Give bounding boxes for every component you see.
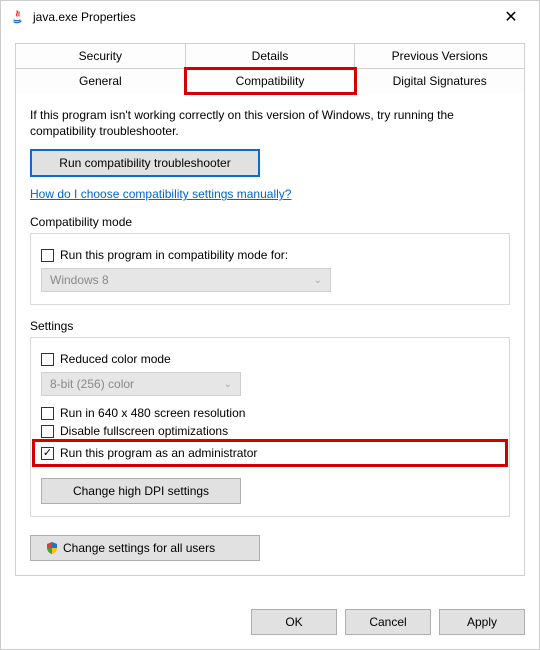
close-icon: ✕ [504,7,517,27]
tab-digital-signatures[interactable]: Digital Signatures [355,69,524,93]
run-as-admin-highlight: Run this program as an administrator [35,442,505,464]
group-compat-mode: Compatibility mode Run this program in c… [30,215,510,305]
compat-mode-combo-value: Windows 8 [50,273,109,287]
tabs-container: Security Details Previous Versions Gener… [1,33,539,576]
run-as-admin-checkbox[interactable] [41,447,54,460]
run-640-row[interactable]: Run in 640 x 480 screen resolution [41,406,499,420]
compat-mode-checkbox[interactable] [41,249,54,262]
run-640-label: Run in 640 x 480 screen resolution [60,406,245,420]
apply-button[interactable]: Apply [439,609,525,635]
color-mode-combo[interactable]: 8-bit (256) color ⌄ [41,372,241,396]
disable-fullscreen-checkbox[interactable] [41,425,54,438]
change-all-users-button[interactable]: Change settings for all users [30,535,260,561]
disable-fullscreen-row[interactable]: Disable fullscreen optimizations [41,424,499,438]
ok-button[interactable]: OK [251,609,337,635]
manual-settings-link[interactable]: How do I choose compatibility settings m… [30,187,291,201]
run-as-admin-row[interactable]: Run this program as an administrator [41,446,499,460]
change-all-users-label: Change settings for all users [63,541,215,555]
tab-security[interactable]: Security [16,44,186,68]
tab-compatibility[interactable]: Compatibility [186,69,356,93]
run-troubleshooter-button[interactable]: Run compatibility troubleshooter [30,149,260,177]
disable-fullscreen-label: Disable fullscreen optimizations [60,424,228,438]
shield-icon [45,541,59,555]
compat-mode-box: Run this program in compatibility mode f… [30,233,510,305]
close-button[interactable]: ✕ [491,3,531,31]
tab-previous-versions[interactable]: Previous Versions [355,44,524,68]
tab-row-2: General Compatibility Digital Signatures [15,68,525,93]
run-640-checkbox[interactable] [41,407,54,420]
tab-details[interactable]: Details [186,44,356,68]
intro-text: If this program isn't working correctly … [30,107,510,139]
change-dpi-button[interactable]: Change high DPI settings [41,478,241,504]
all-users-wrap: Change settings for all users [30,535,510,561]
chevron-down-icon: ⌄ [224,379,232,390]
compat-mode-label: Compatibility mode [30,215,510,229]
tab-general[interactable]: General [16,69,186,93]
properties-window: java.exe Properties ✕ Security Details P… [0,0,540,650]
dialog-footer: OK Cancel Apply [1,595,539,649]
compat-mode-combo[interactable]: Windows 8 ⌄ [41,268,331,292]
java-icon [9,9,25,25]
tab-panel-compatibility: If this program isn't working correctly … [15,92,525,576]
chevron-down-icon: ⌄ [314,275,322,286]
group-settings: Settings Reduced color mode 8-bit (256) … [30,319,510,517]
titlebar: java.exe Properties ✕ [1,1,539,33]
compat-mode-checkbox-label: Run this program in compatibility mode f… [60,248,288,262]
color-mode-combo-value: 8-bit (256) color [50,377,134,391]
reduced-color-checkbox[interactable] [41,353,54,366]
settings-box: Reduced color mode 8-bit (256) color ⌄ R… [30,337,510,517]
compat-mode-checkbox-row[interactable]: Run this program in compatibility mode f… [41,248,499,262]
cancel-button[interactable]: Cancel [345,609,431,635]
tab-row-1: Security Details Previous Versions [15,43,525,68]
reduced-color-row[interactable]: Reduced color mode [41,352,499,366]
settings-label: Settings [30,319,510,333]
window-title: java.exe Properties [33,10,136,24]
reduced-color-label: Reduced color mode [60,352,171,366]
run-as-admin-label: Run this program as an administrator [60,446,257,460]
